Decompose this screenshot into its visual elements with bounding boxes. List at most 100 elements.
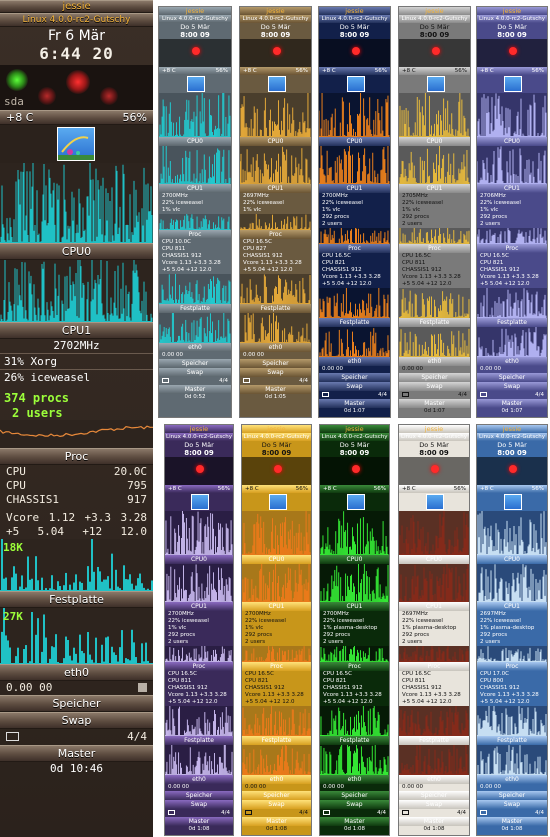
date-label: Do 5 Mär bbox=[497, 441, 527, 449]
disk-section: Festplatte bbox=[320, 736, 389, 745]
cpu1-section: CPU1 bbox=[477, 602, 547, 611]
master-volume[interactable]: Master bbox=[477, 817, 547, 826]
clock: 8:00 09 bbox=[339, 31, 370, 39]
cpu-frequency: 2702MHz bbox=[53, 339, 100, 352]
clock: 8:00 09 bbox=[419, 449, 449, 457]
master-volume[interactable]: Master bbox=[0, 745, 153, 762]
temperature: +8 C bbox=[323, 486, 337, 492]
mail-icon[interactable] bbox=[402, 392, 409, 397]
fish-applet-icon[interactable] bbox=[504, 76, 522, 92]
fish-applet-icon[interactable] bbox=[426, 494, 444, 510]
graph-background bbox=[242, 646, 311, 662]
clock: 8:00 09 bbox=[261, 449, 292, 457]
procs-count: 292 procs bbox=[323, 632, 351, 638]
net-peak-label: 18K bbox=[3, 541, 23, 554]
net-graph bbox=[399, 706, 469, 736]
mail-icon[interactable] bbox=[322, 392, 329, 397]
users-count: 2 users bbox=[12, 406, 63, 420]
cpu0-graph bbox=[399, 93, 470, 137]
fish-applet-icon[interactable] bbox=[268, 494, 287, 510]
master-volume[interactable]: Master bbox=[399, 817, 469, 826]
mail-icon[interactable] bbox=[480, 810, 487, 815]
master-volume[interactable]: Master bbox=[319, 399, 390, 408]
mail-icon[interactable] bbox=[480, 392, 487, 397]
proc-section: Proc bbox=[165, 662, 233, 671]
memory-meter: Speicher bbox=[399, 791, 469, 800]
voltage-row: +5 5.04 +12 12.0 bbox=[0, 525, 153, 539]
temperature: +8 C bbox=[6, 111, 34, 124]
eth-toggle-icon[interactable] bbox=[138, 683, 147, 692]
mail-icon[interactable] bbox=[6, 732, 19, 741]
graph-background bbox=[159, 313, 231, 343]
master-volume[interactable]: Master bbox=[165, 817, 233, 826]
mail-icon[interactable] bbox=[245, 810, 252, 815]
top-process: 22% iceweasel bbox=[243, 200, 284, 206]
uptime: 0d 0:52 bbox=[184, 394, 206, 400]
voltage-row: Vcore 1.13 +3.3 3.28 bbox=[168, 692, 227, 698]
mail-icon[interactable] bbox=[168, 810, 175, 815]
eth-section: eth0 bbox=[242, 775, 311, 784]
master-volume[interactable]: Master bbox=[242, 817, 311, 826]
disk-led-area bbox=[399, 39, 470, 67]
fish-applet-icon[interactable] bbox=[504, 494, 522, 510]
clock: 6:44 20 bbox=[39, 44, 114, 63]
graph-background bbox=[477, 146, 547, 184]
graph-background bbox=[477, 93, 547, 137]
sensor-row: CHASSIS1 912 bbox=[162, 253, 202, 259]
eth-rate: 0.00 00 bbox=[323, 784, 344, 790]
voltage-row: +5 5.04 +12 12.0 bbox=[480, 699, 530, 705]
graph-background bbox=[477, 228, 547, 244]
cpu0-section: CPU0 bbox=[399, 555, 469, 564]
disk-section: Festplatte bbox=[165, 736, 233, 745]
write-led-icon bbox=[431, 465, 439, 473]
mail-icon[interactable] bbox=[243, 378, 250, 383]
fish-applet-icon[interactable] bbox=[191, 494, 209, 510]
mail-row: 4/4 bbox=[165, 809, 233, 817]
applet-image-area bbox=[242, 493, 311, 511]
sensor-row: CPU 16.5C bbox=[243, 239, 273, 245]
master-volume[interactable]: Master bbox=[399, 399, 470, 408]
panel-title: jessie bbox=[320, 425, 389, 433]
sensor-row: CHASSIS1 912 bbox=[322, 267, 362, 273]
cpu0-graph bbox=[242, 511, 311, 555]
applet-image-area bbox=[319, 75, 390, 93]
mail-row: 4/4 bbox=[399, 391, 470, 399]
fish-applet-icon[interactable] bbox=[57, 127, 95, 161]
fish-applet-icon[interactable] bbox=[346, 494, 365, 510]
disk-led-area bbox=[320, 457, 389, 485]
cpu0-graph bbox=[477, 93, 547, 137]
top-process: 22% iceweasel bbox=[402, 200, 443, 206]
uptime: 0d 1:08 bbox=[188, 826, 210, 832]
cpu0-graph bbox=[399, 511, 469, 555]
uptime: 0d 1:08 bbox=[343, 826, 366, 832]
mail-icon[interactable] bbox=[323, 810, 330, 815]
activity-led-icon bbox=[100, 87, 118, 105]
cpu-frequency: 2705MHz bbox=[402, 193, 428, 199]
memory-percent: 56% bbox=[215, 68, 228, 74]
cpu1-graph bbox=[319, 146, 390, 184]
disk-section: Festplatte bbox=[399, 318, 470, 327]
fish-applet-icon[interactable] bbox=[426, 76, 445, 92]
mail-count: 4/4 bbox=[458, 392, 467, 398]
cpu1-section: CPU1 bbox=[240, 184, 311, 193]
write-led-icon bbox=[509, 465, 517, 473]
fish-applet-icon[interactable] bbox=[187, 76, 205, 92]
net-graph bbox=[242, 706, 311, 736]
memory-percent: 56% bbox=[454, 68, 467, 74]
graph-background bbox=[159, 214, 231, 230]
memory-meter: Speicher bbox=[477, 373, 547, 382]
mail-icon[interactable] bbox=[402, 810, 409, 815]
master-volume[interactable]: Master bbox=[477, 399, 547, 408]
cpu-frequency: 2700MHz bbox=[162, 193, 188, 199]
sensor-row: CPU 10.0C bbox=[162, 239, 192, 245]
fish-applet-icon[interactable] bbox=[267, 76, 286, 92]
voltage-row: Vcore 1.13 +3.3 3.28 bbox=[402, 692, 461, 698]
master-volume[interactable]: Master bbox=[159, 385, 231, 394]
proc-graph bbox=[242, 646, 311, 662]
mail-icon[interactable] bbox=[162, 378, 169, 383]
disk-graph bbox=[242, 745, 311, 775]
master-volume[interactable]: Master bbox=[240, 385, 311, 394]
master-volume[interactable]: Master bbox=[320, 817, 389, 826]
uptime: 0d 1:05 bbox=[264, 394, 287, 400]
fish-applet-icon[interactable] bbox=[346, 76, 365, 92]
